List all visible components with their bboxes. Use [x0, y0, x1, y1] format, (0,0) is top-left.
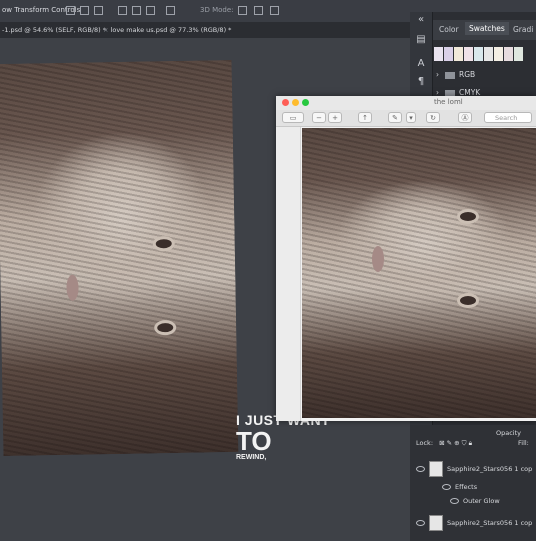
color-swatch[interactable]: [504, 47, 513, 61]
color-swatch[interactable]: [514, 47, 523, 61]
portrait-eye-right: [460, 296, 476, 305]
swatch-row: [434, 46, 524, 62]
history-icon[interactable]: ▤: [415, 34, 427, 46]
layers-panel: Opacity Lock: ⊠ ✎ ⊕ ⛉ 🔒︎ Fill: Sapphire2…: [410, 425, 536, 541]
3d-mode-label: 3D Mode:: [200, 6, 234, 14]
visibility-eye-icon[interactable]: [450, 498, 459, 504]
align-right-icon[interactable]: [94, 6, 103, 15]
canvas-photo: [0, 59, 239, 457]
effects-label: Effects: [455, 483, 478, 491]
preview-sidebar[interactable]: [276, 127, 301, 421]
layer-name: Sapphire2_Stars056 1 cop: [447, 465, 533, 473]
share-icon[interactable]: ↑: [358, 112, 372, 123]
lock-label: Lock:: [416, 439, 434, 447]
color-swatch[interactable]: [484, 47, 493, 61]
search-input[interactable]: Search: [484, 112, 532, 123]
doc-tab-2-close[interactable]: ×: [103, 26, 108, 34]
3d-roll-icon[interactable]: [254, 6, 263, 15]
folder-icon: [445, 71, 455, 79]
zoom-out-icon[interactable]: −: [312, 112, 326, 123]
visibility-eye-icon[interactable]: [442, 484, 451, 490]
tab-gradients[interactable]: Gradi: [513, 25, 533, 34]
layer-effects-row[interactable]: Effects: [410, 483, 536, 491]
layer-thumbnail: [429, 461, 443, 477]
portrait-lips: [66, 274, 79, 301]
color-swatch[interactable]: [464, 47, 473, 61]
visibility-eye-icon[interactable]: [416, 520, 425, 526]
preview-photo: [302, 128, 536, 418]
hair-texture: [0, 59, 239, 457]
portrait-eye-left: [460, 212, 476, 221]
rotate-icon[interactable]: ↻: [426, 112, 440, 123]
lyrics-line-2: TO: [236, 426, 272, 456]
color-swatch[interactable]: [454, 47, 463, 61]
tab-color[interactable]: Color: [439, 25, 459, 34]
swatch-folder-rgb[interactable]: › RGB: [436, 70, 475, 79]
layer-outer-glow-row[interactable]: Outer Glow: [410, 497, 536, 505]
color-swatch[interactable]: [494, 47, 503, 61]
color-swatch[interactable]: [444, 47, 453, 61]
doc-tab-1[interactable]: -1.psd @ 54.6% (SELF, RGB/8) *: [2, 26, 106, 34]
portrait-lips: [372, 246, 384, 272]
color-swatch[interactable]: [474, 47, 483, 61]
lock-pixels-icon[interactable]: ⊠ ✎ ⊕ ⛉ 🔒︎: [439, 439, 472, 447]
preview-titlebar[interactable]: the loml: [276, 96, 536, 110]
doc-tab-2[interactable]: × love make us.psd @ 77.3% (RGB/8) *: [100, 26, 231, 34]
3d-pan-icon[interactable]: [270, 6, 279, 15]
align-middle-icon[interactable]: [132, 6, 141, 15]
preview-toolbar: ▭ − + ↑ ✎ ▾ ↻ Ⓐ Search: [276, 110, 536, 127]
sidebar-toggle-icon[interactable]: ▭: [282, 112, 304, 123]
zoom-in-icon[interactable]: +: [328, 112, 342, 123]
align-center-icon[interactable]: [80, 6, 89, 15]
color-swatch[interactable]: [434, 47, 443, 61]
markup-dropdown-icon[interactable]: ▾: [406, 112, 416, 123]
panel-tabs: Color Swatches Gradi: [433, 20, 536, 40]
character-icon[interactable]: A: [415, 58, 427, 70]
align-left-icon[interactable]: [66, 6, 75, 15]
lyrics-line-3: REWIND,: [236, 454, 267, 461]
markup-pen-icon[interactable]: ✎: [388, 112, 402, 123]
layers-lock-row: Lock: ⊠ ✎ ⊕ ⛉ 🔒︎ Fill:: [410, 439, 536, 448]
fill-label[interactable]: Fill:: [518, 439, 529, 447]
preview-window[interactable]: the loml ▭ − + ↑ ✎ ▾ ↻ Ⓐ Search: [276, 96, 536, 421]
align-top-icon[interactable]: [118, 6, 127, 15]
minimize-button[interactable]: [292, 99, 299, 106]
close-button[interactable]: [282, 99, 289, 106]
paragraph-icon[interactable]: ¶: [415, 76, 427, 88]
align-bottom-icon[interactable]: [146, 6, 155, 15]
3d-rotate-icon[interactable]: [238, 6, 247, 15]
annotate-icon[interactable]: Ⓐ: [458, 112, 472, 123]
hair-texture: [302, 128, 536, 418]
doc-tab-2-label: love make us.psd @ 77.3% (RGB/8) *: [110, 26, 232, 34]
layer-thumbnail: [429, 515, 443, 531]
collapse-icon[interactable]: «: [415, 14, 427, 26]
zoom-button[interactable]: [302, 99, 309, 106]
layer-row[interactable]: Sapphire2_Stars056 1 cop: [410, 461, 536, 477]
visibility-eye-icon[interactable]: [416, 466, 425, 472]
document-tab-bar: -1.psd @ 54.6% (SELF, RGB/8) * × love ma…: [0, 22, 410, 38]
distribute-icon[interactable]: [166, 6, 175, 15]
opacity-label[interactable]: Opacity: [496, 429, 521, 437]
outer-glow-label: Outer Glow: [463, 497, 500, 505]
tab-swatches[interactable]: Swatches: [465, 22, 509, 35]
doc-tab-1-label: -1.psd @ 54.6% (SELF, RGB/8) *: [2, 26, 106, 34]
layer-name: Sapphire2_Stars056 1 cop: [447, 519, 533, 527]
preview-title: the loml: [434, 98, 463, 106]
layer-row[interactable]: Sapphire2_Stars056 1 cop: [410, 515, 536, 531]
